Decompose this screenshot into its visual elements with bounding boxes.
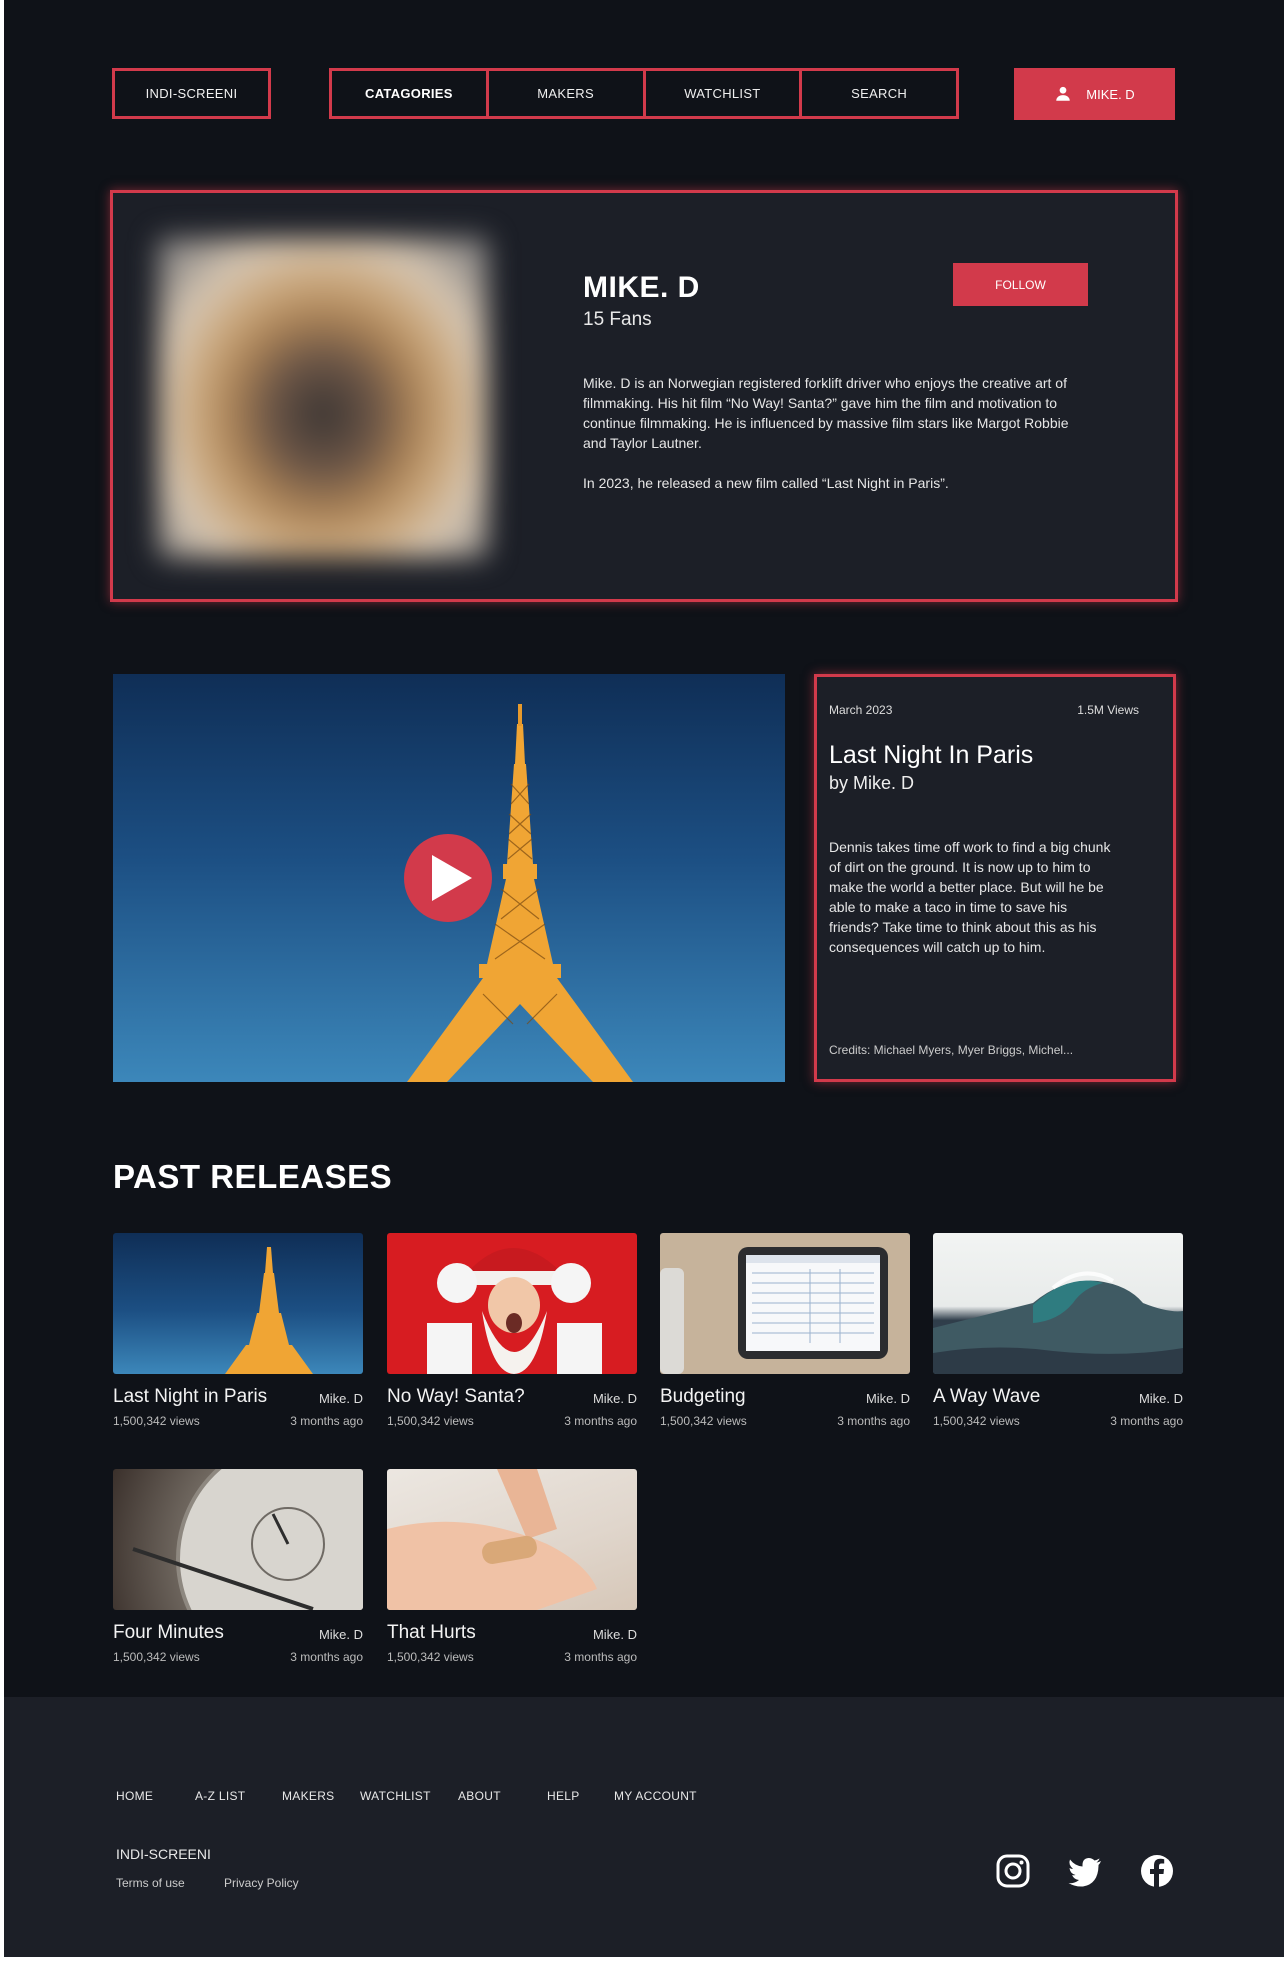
main-nav: CATAGORIES MAKERS WATCHLIST SEARCH bbox=[329, 68, 959, 119]
release-title[interactable]: Last Night in Paris bbox=[113, 1386, 267, 1408]
person-icon bbox=[1056, 86, 1071, 101]
release-thumbnail[interactable] bbox=[113, 1233, 363, 1374]
film-credits: Credits: Michael Myers, Myer Briggs, Mic… bbox=[829, 1043, 1074, 1057]
featured-video-info: March 2023 1.5M Views Last Night In Pari… bbox=[814, 674, 1176, 1082]
release-card[interactable]: No Way! Santa? Mike. D 1,500,342 views 3… bbox=[387, 1233, 637, 1428]
view-count: 1.5M Views bbox=[1077, 703, 1139, 717]
nav-categories[interactable]: CATAGORIES bbox=[332, 71, 489, 116]
footer-link-az-list[interactable]: A-Z LIST bbox=[195, 1789, 245, 1803]
release-age: 3 months ago bbox=[290, 1650, 363, 1664]
release-card[interactable]: That Hurts Mike. D 1,500,342 views 3 mon… bbox=[387, 1469, 637, 1664]
user-name-label: MIKE. D bbox=[1086, 86, 1135, 102]
release-thumbnail[interactable] bbox=[387, 1233, 637, 1374]
nav-watchlist[interactable]: WATCHLIST bbox=[646, 71, 803, 116]
release-maker[interactable]: Mike. D bbox=[319, 1391, 363, 1406]
instagram-icon[interactable] bbox=[995, 1853, 1031, 1889]
privacy-link[interactable]: Privacy Policy bbox=[224, 1876, 299, 1890]
nav-makers[interactable]: MAKERS bbox=[489, 71, 646, 116]
release-views: 1,500,342 views bbox=[933, 1414, 1020, 1428]
footer-link-help[interactable]: HELP bbox=[547, 1789, 580, 1803]
release-title[interactable]: No Way! Santa? bbox=[387, 1386, 525, 1408]
release-age: 3 months ago bbox=[564, 1650, 637, 1664]
release-age: 3 months ago bbox=[1110, 1414, 1183, 1428]
bandaid-thumbnail bbox=[387, 1469, 597, 1610]
release-age: 3 months ago bbox=[564, 1414, 637, 1428]
release-maker[interactable]: Mike. D bbox=[593, 1627, 637, 1642]
film-title[interactable]: Last Night In Paris bbox=[829, 741, 1033, 770]
release-views: 1,500,342 views bbox=[660, 1414, 747, 1428]
release-maker[interactable]: Mike. D bbox=[866, 1391, 910, 1406]
site-footer: HOME A-Z LIST MAKERS WATCHLIST ABOUT HEL… bbox=[4, 1697, 1284, 1957]
play-button[interactable] bbox=[404, 834, 492, 922]
release-title[interactable]: Four Minutes bbox=[113, 1622, 224, 1644]
release-maker[interactable]: Mike. D bbox=[319, 1627, 363, 1642]
footer-brand: INDI-SCREENI bbox=[116, 1846, 211, 1862]
site-logo[interactable]: INDI-SCREENI bbox=[112, 68, 271, 119]
release-card[interactable]: Last Night in Paris Mike. D 1,500,342 vi… bbox=[113, 1233, 363, 1428]
follow-button[interactable]: FOLLOW bbox=[953, 263, 1088, 306]
release-views: 1,500,342 views bbox=[113, 1414, 200, 1428]
release-card[interactable]: A Way Wave Mike. D 1,500,342 views 3 mon… bbox=[933, 1233, 1183, 1428]
maker-profile-card: MIKE. D 15 Fans FOLLOW Mike. D is an Nor… bbox=[110, 190, 1178, 602]
footer-link-my-account[interactable]: MY ACCOUNT bbox=[614, 1789, 697, 1803]
film-description: Dennis takes time off work to find a big… bbox=[829, 839, 1111, 955]
footer-link-watchlist[interactable]: WATCHLIST bbox=[360, 1789, 431, 1803]
twitter-icon[interactable] bbox=[1067, 1853, 1103, 1889]
maker-avatar bbox=[158, 238, 488, 558]
facebook-icon[interactable] bbox=[1139, 1853, 1175, 1889]
release-title[interactable]: That Hurts bbox=[387, 1622, 476, 1644]
release-card[interactable]: Budgeting Mike. D 1,500,342 views 3 mont… bbox=[660, 1233, 910, 1428]
release-maker[interactable]: Mike. D bbox=[1139, 1391, 1183, 1406]
terms-link[interactable]: Terms of use bbox=[116, 1876, 185, 1890]
release-views: 1,500,342 views bbox=[387, 1650, 474, 1664]
maker-bio: Mike. D is an Norwegian registered forkl… bbox=[583, 373, 1093, 513]
release-age: 3 months ago bbox=[837, 1414, 910, 1428]
nav-search[interactable]: SEARCH bbox=[802, 71, 956, 116]
footer-link-makers[interactable]: MAKERS bbox=[282, 1789, 334, 1803]
release-maker[interactable]: Mike. D bbox=[593, 1391, 637, 1406]
release-views: 1,500,342 views bbox=[113, 1650, 200, 1664]
film-author[interactable]: by Mike. D bbox=[829, 773, 914, 794]
wave-thumbnail bbox=[933, 1271, 1183, 1374]
bio-paragraph: Mike. D is an Norwegian registered forkl… bbox=[583, 375, 1069, 451]
release-thumbnail[interactable] bbox=[933, 1233, 1183, 1374]
release-date: March 2023 bbox=[829, 703, 893, 717]
release-title[interactable]: Budgeting bbox=[660, 1386, 746, 1408]
maker-fans-count: 15 Fans bbox=[583, 309, 652, 330]
footer-link-home[interactable]: HOME bbox=[116, 1789, 153, 1803]
santa-thumbnail bbox=[427, 1248, 602, 1374]
maker-name: MIKE. D bbox=[583, 271, 700, 304]
stopwatch-thumbnail bbox=[132, 1469, 363, 1610]
footer-link-about[interactable]: ABOUT bbox=[458, 1789, 501, 1803]
user-account-button[interactable]: MIKE. D bbox=[1014, 68, 1175, 120]
release-thumbnail[interactable] bbox=[113, 1469, 363, 1610]
release-age: 3 months ago bbox=[290, 1414, 363, 1428]
release-title[interactable]: A Way Wave bbox=[933, 1386, 1040, 1408]
release-thumbnail[interactable] bbox=[387, 1469, 637, 1610]
tablet-thumbnail bbox=[660, 1247, 888, 1374]
release-card[interactable]: Four Minutes Mike. D 1,500,342 views 3 m… bbox=[113, 1469, 363, 1664]
bio-paragraph: In 2023, he released a new film called “… bbox=[583, 475, 949, 491]
play-icon bbox=[432, 855, 472, 901]
release-views: 1,500,342 views bbox=[387, 1414, 474, 1428]
release-thumbnail[interactable] bbox=[660, 1233, 910, 1374]
eiffel-tower-thumbnail bbox=[225, 1247, 313, 1374]
past-releases-heading: PAST RELEASES bbox=[113, 1158, 393, 1195]
